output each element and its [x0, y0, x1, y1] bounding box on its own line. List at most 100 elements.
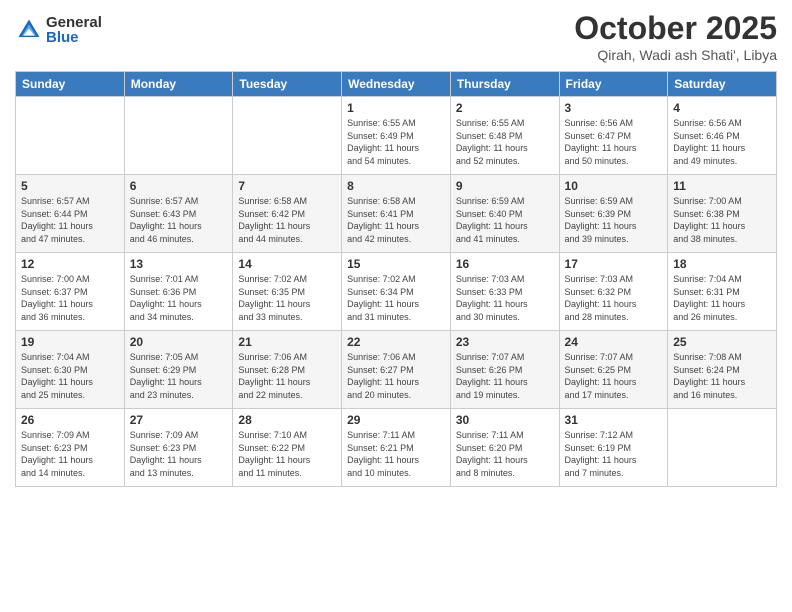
day-number: 15 — [347, 257, 445, 271]
calendar-cell: 15 Sunrise: 7:02 AM Sunset: 6:34 PM Dayli… — [342, 253, 451, 331]
day-info: Sunrise: 6:56 AM Sunset: 6:47 PM Dayligh… — [565, 117, 663, 167]
calendar-cell: 18Sunrise: 7:04 AM Sunset: 6:31 PM Dayli… — [668, 253, 777, 331]
calendar-cell: 12Sunrise: 7:00 AM Sunset: 6:37 PM Dayli… — [16, 253, 125, 331]
day-number: 23 — [456, 335, 554, 349]
calendar-cell: 10Sunrise: 6:59 AM Sunset: 6:39 PM Dayli… — [559, 175, 668, 253]
day-info: Sunrise: 7:04 AM Sunset: 6:31 PM Dayligh… — [673, 273, 771, 323]
calendar-cell: 17 Sunrise: 7:03 AM Sunset: 6:32 PM Dayli… — [559, 253, 668, 331]
day-info: Sunrise: 6:59 AM Sunset: 6:40 PM Dayligh… — [456, 195, 554, 245]
day-info: Sunrise: 6:56 AM Sunset: 6:46 PM Dayligh… — [673, 117, 771, 167]
day-info: Sunrise: 6:58 AM Sunset: 6:42 PM Dayligh… — [238, 195, 336, 245]
day-number: 25 — [673, 335, 771, 349]
day-number: 31 — [565, 413, 663, 427]
day-info: Sunrise: 7:02 AM Sunset: 6:34 PM Dayligh… — [347, 273, 445, 323]
day-number: 30 — [456, 413, 554, 427]
calendar-cell: 23 Sunrise: 7:07 AM Sunset: 6:26 PM Dayli… — [450, 331, 559, 409]
day-info: Sunrise: 6:59 AM Sunset: 6:39 PM Dayligh… — [565, 195, 663, 245]
day-number: 22 — [347, 335, 445, 349]
day-info: Sunrise: 7:04 AM Sunset: 6:30 PM Dayligh… — [21, 351, 119, 401]
calendar-week-row: 5 Sunrise: 6:57 AM Sunset: 6:44 PM Daylig… — [16, 175, 777, 253]
calendar-week-row: 12Sunrise: 7:00 AM Sunset: 6:37 PM Dayli… — [16, 253, 777, 331]
calendar-cell: 21 Sunrise: 7:06 AM Sunset: 6:28 PM Dayli… — [233, 331, 342, 409]
calendar-cell: 25 Sunrise: 7:08 AM Sunset: 6:24 PM Dayli… — [668, 331, 777, 409]
day-number: 17 — [565, 257, 663, 271]
calendar-week-row: 26 Sunrise: 7:09 AM Sunset: 6:23 PM Dayli… — [16, 409, 777, 487]
calendar-cell — [668, 409, 777, 487]
calendar-day-header: Tuesday — [233, 72, 342, 97]
calendar-cell: 29Sunrise: 7:11 AM Sunset: 6:21 PM Dayli… — [342, 409, 451, 487]
day-number: 5 — [21, 179, 119, 193]
day-info: Sunrise: 7:03 AM Sunset: 6:33 PM Dayligh… — [456, 273, 554, 323]
day-number: 12 — [21, 257, 119, 271]
day-number: 2 — [456, 101, 554, 115]
day-info: Sunrise: 7:08 AM Sunset: 6:24 PM Dayligh… — [673, 351, 771, 401]
calendar-week-row: 19 Sunrise: 7:04 AM Sunset: 6:30 PM Dayli… — [16, 331, 777, 409]
day-number: 4 — [673, 101, 771, 115]
calendar-cell: 1 Sunrise: 6:55 AM Sunset: 6:49 PM Daylig… — [342, 97, 451, 175]
logo-blue: Blue — [46, 30, 102, 45]
calendar-cell: 20 Sunrise: 7:05 AM Sunset: 6:29 PM Dayli… — [124, 331, 233, 409]
calendar-cell — [124, 97, 233, 175]
day-number: 24 — [565, 335, 663, 349]
day-number: 26 — [21, 413, 119, 427]
calendar-cell: 2 Sunrise: 6:55 AM Sunset: 6:48 PM Daylig… — [450, 97, 559, 175]
day-info: Sunrise: 7:00 AM Sunset: 6:38 PM Dayligh… — [673, 195, 771, 245]
day-number: 16 — [456, 257, 554, 271]
calendar-cell: 31 Sunrise: 7:12 AM Sunset: 6:19 PM Dayli… — [559, 409, 668, 487]
day-info: Sunrise: 7:01 AM Sunset: 6:36 PM Dayligh… — [130, 273, 228, 323]
day-number: 13 — [130, 257, 228, 271]
day-number: 14 — [238, 257, 336, 271]
title-section: October 2025 Qirah, Wadi ash Shati', Lib… — [574, 10, 777, 63]
calendar-cell: 19 Sunrise: 7:04 AM Sunset: 6:30 PM Dayli… — [16, 331, 125, 409]
day-info: Sunrise: 7:09 AM Sunset: 6:23 PM Dayligh… — [21, 429, 119, 479]
calendar-cell: 9Sunrise: 6:59 AM Sunset: 6:40 PM Daylig… — [450, 175, 559, 253]
day-number: 19 — [21, 335, 119, 349]
day-info: Sunrise: 7:06 AM Sunset: 6:27 PM Dayligh… — [347, 351, 445, 401]
day-number: 28 — [238, 413, 336, 427]
day-number: 1 — [347, 101, 445, 115]
calendar-cell: 5 Sunrise: 6:57 AM Sunset: 6:44 PM Daylig… — [16, 175, 125, 253]
calendar-cell — [233, 97, 342, 175]
day-info: Sunrise: 7:05 AM Sunset: 6:29 PM Dayligh… — [130, 351, 228, 401]
calendar-day-header: Saturday — [668, 72, 777, 97]
logo-text: General Blue — [46, 15, 102, 45]
calendar-cell: 26 Sunrise: 7:09 AM Sunset: 6:23 PM Dayli… — [16, 409, 125, 487]
calendar-cell: 3 Sunrise: 6:56 AM Sunset: 6:47 PM Daylig… — [559, 97, 668, 175]
day-info: Sunrise: 7:07 AM Sunset: 6:26 PM Dayligh… — [456, 351, 554, 401]
day-info: Sunrise: 6:55 AM Sunset: 6:48 PM Dayligh… — [456, 117, 554, 167]
day-info: Sunrise: 6:58 AM Sunset: 6:41 PM Dayligh… — [347, 195, 445, 245]
calendar-cell: 30 Sunrise: 7:11 AM Sunset: 6:20 PM Dayli… — [450, 409, 559, 487]
day-number: 21 — [238, 335, 336, 349]
day-info: Sunrise: 7:02 AM Sunset: 6:35 PM Dayligh… — [238, 273, 336, 323]
day-number: 20 — [130, 335, 228, 349]
calendar-day-header: Thursday — [450, 72, 559, 97]
day-number: 7 — [238, 179, 336, 193]
day-number: 8 — [347, 179, 445, 193]
day-number: 3 — [565, 101, 663, 115]
calendar-cell: 6 Sunrise: 6:57 AM Sunset: 6:43 PM Daylig… — [124, 175, 233, 253]
calendar-cell: 13 Sunrise: 7:01 AM Sunset: 6:36 PM Dayli… — [124, 253, 233, 331]
day-info: Sunrise: 7:03 AM Sunset: 6:32 PM Dayligh… — [565, 273, 663, 323]
day-info: Sunrise: 7:11 AM Sunset: 6:20 PM Dayligh… — [456, 429, 554, 479]
day-info: Sunrise: 6:55 AM Sunset: 6:49 PM Dayligh… — [347, 117, 445, 167]
calendar-cell: 27 Sunrise: 7:09 AM Sunset: 6:23 PM Dayli… — [124, 409, 233, 487]
day-info: Sunrise: 7:09 AM Sunset: 6:23 PM Dayligh… — [130, 429, 228, 479]
day-info: Sunrise: 7:11 AM Sunset: 6:21 PM Dayligh… — [347, 429, 445, 479]
logo-general: General — [46, 15, 102, 30]
calendar-cell: 4 Sunrise: 6:56 AM Sunset: 6:46 PM Daylig… — [668, 97, 777, 175]
day-info: Sunrise: 7:12 AM Sunset: 6:19 PM Dayligh… — [565, 429, 663, 479]
logo: General Blue — [15, 15, 102, 45]
day-info: Sunrise: 6:57 AM Sunset: 6:43 PM Dayligh… — [130, 195, 228, 245]
day-number: 27 — [130, 413, 228, 427]
day-info: Sunrise: 7:06 AM Sunset: 6:28 PM Dayligh… — [238, 351, 336, 401]
calendar-cell: 11Sunrise: 7:00 AM Sunset: 6:38 PM Dayli… — [668, 175, 777, 253]
calendar-cell: 8 Sunrise: 6:58 AM Sunset: 6:41 PM Daylig… — [342, 175, 451, 253]
day-number: 6 — [130, 179, 228, 193]
calendar-day-header: Monday — [124, 72, 233, 97]
day-info: Sunrise: 6:57 AM Sunset: 6:44 PM Dayligh… — [21, 195, 119, 245]
location: Qirah, Wadi ash Shati', Libya — [574, 47, 777, 63]
logo-icon — [15, 16, 43, 44]
calendar-table: SundayMondayTuesdayWednesdayThursdayFrid… — [15, 71, 777, 487]
day-info: Sunrise: 7:10 AM Sunset: 6:22 PM Dayligh… — [238, 429, 336, 479]
page-header: General Blue October 2025 Qirah, Wadi as… — [15, 10, 777, 63]
